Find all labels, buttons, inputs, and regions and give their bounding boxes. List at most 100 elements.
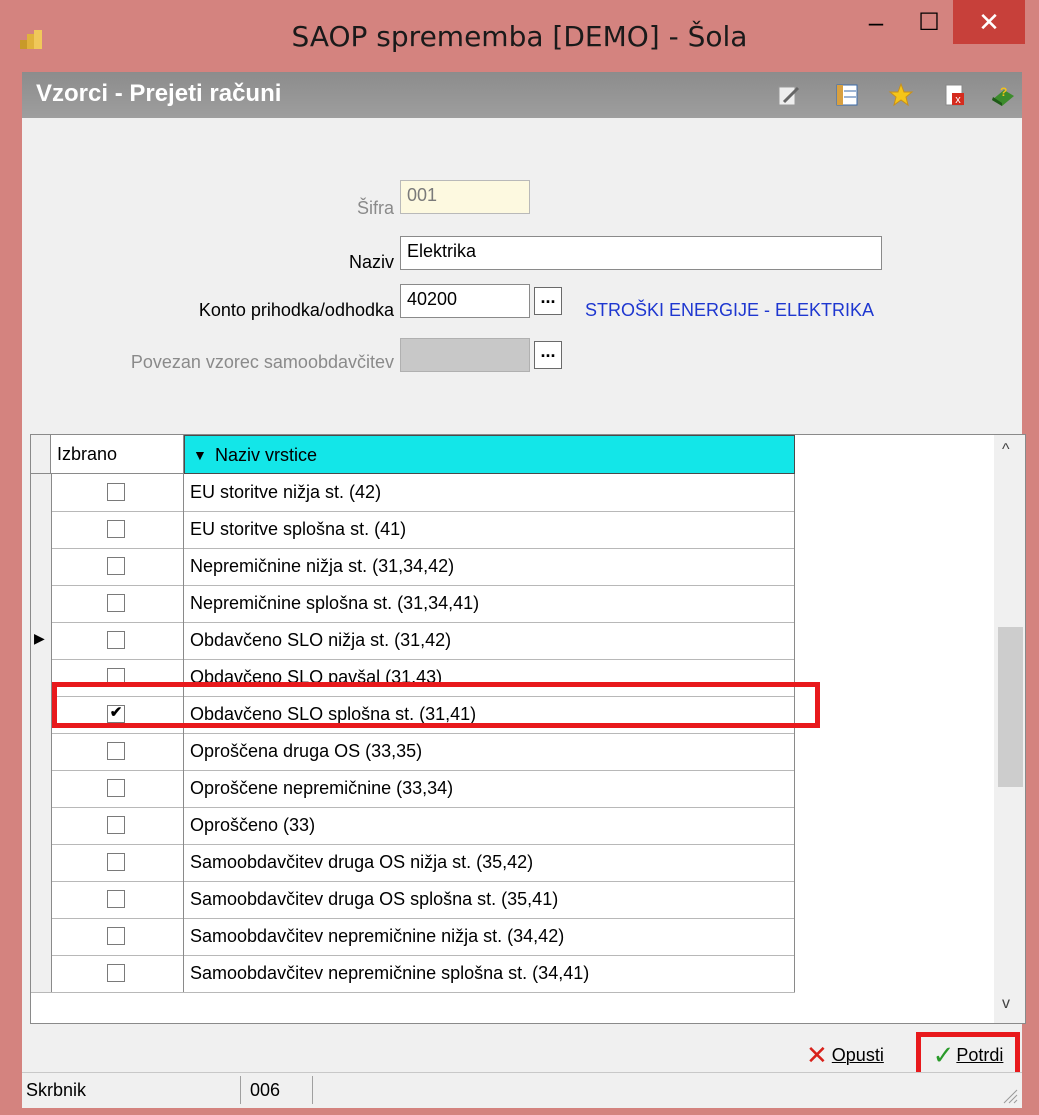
column-header-izbrano[interactable]: Izbrano [51,435,184,474]
table-row[interactable]: ▶ Obdavčeno SLO nižja st. (31,42) [31,622,795,660]
current-row-icon: ▶ [34,630,45,646]
row-indicator: ▶ [31,622,52,659]
naziv-cell: Samoobdavčitev druga OS nižja st. (35,42… [184,844,795,881]
form-area: Šifra 001 Naziv Elektrika Konto prihodka… [22,118,1022,430]
izbrano-checkbox[interactable] [107,853,125,871]
naziv-cell: EU storitve splošna st. (41) [184,511,795,548]
resize-grip-icon[interactable] [1000,1086,1018,1104]
izbrano-cell [51,918,184,955]
page-title: Vzorci - Prejeti računi [36,80,282,107]
izbrano-checkbox[interactable] [107,594,125,612]
izbrano-checkbox[interactable] [107,890,125,908]
close-button[interactable]: ✕ [953,0,1025,44]
sifra-field: 001 [400,180,530,214]
konto-browse-button[interactable]: ... [534,287,562,315]
maximize-button[interactable]: ☐ [903,0,955,44]
naziv-cell: Samoobdavčitev nepremičnine splošna st. … [184,955,795,992]
maximize-icon: ☐ [918,8,940,36]
naziv-cell: Samoobdavčitev nepremičnine nižja st. (3… [184,918,795,955]
star-icon[interactable] [888,82,914,108]
izbrano-checkbox[interactable] [107,964,125,982]
status-code: 006 [246,1076,313,1104]
dialog-body: Vzorci - Prejeti računi x ? Šifra 001 Na… [22,72,1026,1108]
table-row[interactable]: EU storitve splošna st. (41) [31,511,795,549]
table-row[interactable]: EU storitve nižja st. (42) [31,474,795,512]
scroll-thumb[interactable] [998,627,1023,787]
izbrano-checkbox[interactable] [107,557,125,575]
column-header-naziv[interactable]: ▼ Naziv vrstice [184,435,795,474]
header-strip: Vzorci - Prejeti računi x ? [22,72,1022,118]
sort-down-icon: ▼ [193,447,207,463]
status-bar: Skrbnik 006 [22,1072,1022,1108]
konto-field[interactable]: 40200 [400,284,530,318]
scroll-up-icon[interactable]: ^ [1002,441,1010,459]
izbrano-checkbox[interactable] [107,816,125,834]
row-indicator [31,548,52,585]
table-row[interactable]: Samoobdavčitev nepremičnine nižja st. (3… [31,918,795,956]
naziv-cell: Obdavčeno SLO nižja st. (31,42) [184,622,795,659]
title-bar[interactable]: SAOP sprememba [DEMO] - Šola – ☐ ✕ [0,0,1039,72]
table-row[interactable]: Samoobdavčitev nepremičnine splošna st. … [31,955,795,993]
close-icon: ✕ [978,6,1000,37]
izbrano-cell [51,733,184,770]
vertical-scrollbar[interactable]: ^ v [994,435,1025,1023]
izbrano-checkbox[interactable] [107,779,125,797]
izbrano-checkbox[interactable] [107,742,125,760]
izbrano-cell [51,881,184,918]
izbrano-checkbox[interactable] [107,520,125,538]
row-indicator [31,696,52,733]
table-row[interactable]: Oproščena druga OS (33,35) [31,733,795,771]
table-settings-icon[interactable] [834,82,860,108]
edit-icon[interactable] [776,82,802,108]
table-row[interactable]: Oproščeno (33) [31,807,795,845]
naziv-cell: Oproščene nepremičnine (33,34) [184,770,795,807]
table-row[interactable]: Nepremičnine nižja st. (31,34,42) [31,548,795,586]
row-indicator [31,585,52,622]
row-indicator [31,659,52,696]
povezan-field [400,338,530,372]
row-indicator [31,770,52,807]
sifra-label: Šifra [356,198,394,218]
minimize-icon: – [868,6,884,37]
konto-label: Konto prihodka/odhodka [198,300,394,320]
izbrano-checkbox[interactable] [107,483,125,501]
row-indicator [31,844,52,881]
app-window: SAOP sprememba [DEMO] - Šola – ☐ ✕ Vzorc… [0,0,1039,1115]
povezan-browse-button[interactable]: ... [534,341,562,369]
help-book-icon[interactable]: ? [990,82,1016,108]
data-grid[interactable]: Izbrano ▼ Naziv vrstice EU storitve nižj… [30,434,1026,1024]
izbrano-cell [51,548,184,585]
konto-description: STROŠKI ENERGIJE - ELEKTRIKA [585,300,875,320]
potrdi-label: Potrdi [956,1044,1004,1065]
opusti-label: Opusti [831,1044,884,1065]
naziv-cell: Oproščena druga OS (33,35) [184,733,795,770]
minimize-button[interactable]: – [850,0,902,44]
delete-document-icon[interactable]: x [942,82,968,108]
izbrano-cell [51,511,184,548]
izbrano-cell [51,585,184,622]
cancel-x-icon: ✕ [806,1039,828,1070]
izbrano-cell [51,807,184,844]
povezan-label: Povezan vzorec samoobdavčitev [130,352,394,372]
scroll-down-icon[interactable]: v [1002,995,1010,1013]
table-row[interactable]: Samoobdavčitev druga OS splošna st. (35,… [31,881,795,919]
table-row[interactable]: Oproščene nepremičnine (33,34) [31,770,795,808]
naziv-cell: Nepremičnine splošna st. (31,34,41) [184,585,795,622]
izbrano-cell [51,622,184,659]
izbrano-cell [51,955,184,992]
svg-text:x: x [955,94,961,106]
table-row[interactable]: Samoobdavčitev druga OS nižja st. (35,42… [31,844,795,882]
naziv-cell: Samoobdavčitev druga OS splošna st. (35,… [184,881,795,918]
naziv-cell: Oproščeno (33) [184,807,795,844]
izbrano-checkbox[interactable] [107,631,125,649]
row-indicator [31,511,52,548]
row-indicator [31,955,52,992]
izbrano-checkbox[interactable] [107,927,125,945]
row-indicator [31,881,52,918]
table-row[interactable]: Nepremičnine splošna st. (31,34,41) [31,585,795,623]
row-indicator [31,474,52,511]
grid-header-indicator [31,435,51,474]
naziv-field[interactable]: Elektrika [400,236,882,270]
row-indicator [31,807,52,844]
check-icon: ✓ [932,1039,955,1070]
